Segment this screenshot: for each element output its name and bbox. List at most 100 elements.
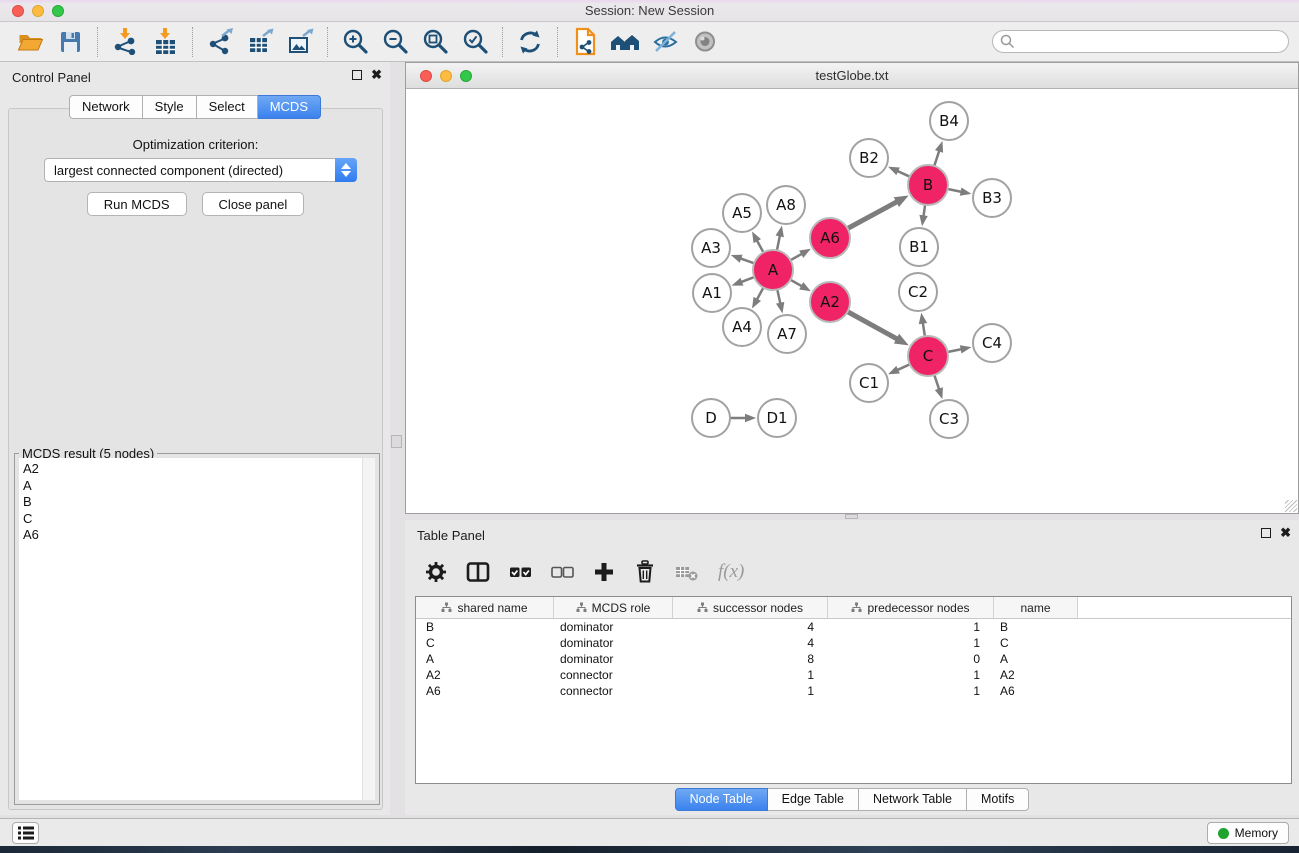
column-header-name[interactable]: name xyxy=(994,597,1078,618)
mcds-result-item[interactable]: A xyxy=(19,478,375,495)
function-builder-button[interactable]: f(x) xyxy=(718,561,744,583)
graph-edge-arrowhead xyxy=(919,215,927,226)
toolbar-separator xyxy=(327,27,328,57)
close-panel-icon[interactable]: ✖ xyxy=(371,70,382,80)
table-row[interactable]: Adominator80A xyxy=(416,651,1291,667)
vertical-splitter[interactable] xyxy=(390,62,405,815)
network-canvas[interactable]: B4 B2 B B3 B1 A5A8A6 A3 A A1 A2 A4A7 C2 C4 C C1 C3 D D1 xyxy=(406,89,1298,513)
show-columns-button[interactable] xyxy=(466,561,490,583)
zoom-in-button[interactable] xyxy=(335,25,375,59)
zoom-selected-button[interactable] xyxy=(455,25,495,59)
table-row[interactable]: Bdominator41B xyxy=(416,619,1291,635)
table-cell: A6 xyxy=(994,684,1078,698)
network-window-titlebar[interactable]: testGlobe.txt xyxy=(406,63,1298,89)
first-neighbors-button[interactable] xyxy=(605,25,645,59)
graph-node-C1[interactable]: C1 xyxy=(850,364,888,402)
memory-button[interactable]: Memory xyxy=(1207,822,1289,844)
graph-node-label: C2 xyxy=(908,283,928,301)
import-table-button[interactable] xyxy=(145,25,185,59)
graph-node-A2[interactable]: A2 xyxy=(810,282,850,322)
tab-network-table[interactable]: Network Table xyxy=(859,788,967,811)
search-input[interactable] xyxy=(992,30,1289,53)
create-column-button[interactable] xyxy=(593,561,615,583)
mcds-result-item[interactable]: A6 xyxy=(19,527,375,544)
delete-table-button[interactable] xyxy=(675,561,699,583)
criterion-dropdown-value: largest connected component (directed) xyxy=(54,163,283,178)
tab-select[interactable]: Select xyxy=(197,95,258,119)
graph-node-C[interactable]: C xyxy=(908,336,948,376)
close-table-panel-icon[interactable]: ✖ xyxy=(1280,528,1291,538)
graph-node-C2[interactable]: C2 xyxy=(899,273,937,311)
show-graphics-details-button[interactable] xyxy=(685,25,725,59)
graph-node-D1[interactable]: D1 xyxy=(758,399,796,437)
import-network-button[interactable] xyxy=(105,25,145,59)
node-table[interactable]: shared nameMCDS rolesuccessor nodesprede… xyxy=(415,596,1292,784)
column-header-MCDS-role[interactable]: MCDS role xyxy=(554,597,673,618)
table-row[interactable]: A2connector11A2 xyxy=(416,667,1291,683)
graph-node-A7[interactable]: A7 xyxy=(768,315,806,353)
task-history-button[interactable] xyxy=(12,822,39,844)
export-network-button[interactable] xyxy=(200,25,240,59)
table-settings-button[interactable] xyxy=(425,561,447,583)
tab-motifs[interactable]: Motifs xyxy=(967,788,1029,811)
mcds-result-list[interactable]: A2ABCA6 xyxy=(19,458,375,800)
graph-node-B4[interactable]: B4 xyxy=(930,102,968,140)
graph-node-B2[interactable]: B2 xyxy=(850,139,888,177)
graph-node-B3[interactable]: B3 xyxy=(973,179,1011,217)
graph-node-D[interactable]: D xyxy=(692,399,730,437)
graph-node-A[interactable]: A xyxy=(753,250,793,290)
graph-node-A5[interactable]: A5 xyxy=(723,194,761,232)
mcds-result-item[interactable]: C xyxy=(19,511,375,528)
apply-layout-button[interactable] xyxy=(510,25,550,59)
zoom-fit-button[interactable] xyxy=(415,25,455,59)
export-table-button[interactable] xyxy=(240,25,280,59)
unselect-all-columns-button[interactable] xyxy=(551,561,574,583)
graph-node-B[interactable]: B xyxy=(908,165,948,205)
tab-mcds[interactable]: MCDS xyxy=(258,95,321,119)
graph-node-C3[interactable]: C3 xyxy=(930,400,968,438)
graph-node-A6[interactable]: A6 xyxy=(810,218,850,258)
delete-columns-button[interactable] xyxy=(634,560,656,583)
result-list-scrollbar[interactable] xyxy=(362,458,375,800)
criterion-dropdown[interactable]: largest connected component (directed) xyxy=(44,158,357,182)
mcds-result-items: A2ABCA6 xyxy=(19,461,375,544)
graph-node-label: B4 xyxy=(939,112,959,130)
column-header-successor-nodes[interactable]: successor nodes xyxy=(673,597,828,618)
close-panel-button[interactable]: Close panel xyxy=(202,192,305,216)
new-network-from-selection-button[interactable] xyxy=(565,25,605,59)
toolbar-separator xyxy=(192,27,193,57)
graph-node-A4[interactable]: A4 xyxy=(723,308,761,346)
tab-network[interactable]: Network xyxy=(69,95,143,119)
table-toolbar: f(x) xyxy=(425,560,744,583)
hide-graphics-details-button[interactable] xyxy=(645,25,685,59)
graph-node-A1[interactable]: A1 xyxy=(693,274,731,312)
run-mcds-button[interactable]: Run MCDS xyxy=(87,192,187,216)
select-all-columns-button[interactable] xyxy=(509,561,532,583)
window-resize-grip[interactable] xyxy=(1285,500,1297,512)
tab-node-table[interactable]: Node Table xyxy=(675,788,768,811)
zoom-out-button[interactable] xyxy=(375,25,415,59)
open-session-button[interactable] xyxy=(10,25,50,59)
tab-edge-table[interactable]: Edge Table xyxy=(768,788,859,811)
table-row[interactable]: A6connector11A6 xyxy=(416,683,1291,699)
column-header-shared-name[interactable]: shared name xyxy=(416,597,554,618)
mcds-result-item[interactable]: A2 xyxy=(19,461,375,478)
horizontal-splitter-grip[interactable] xyxy=(845,514,858,519)
save-session-button[interactable] xyxy=(50,25,90,59)
toolbar-separator xyxy=(502,27,503,57)
column-header-predecessor-nodes[interactable]: predecessor nodes xyxy=(828,597,994,618)
graph-node-B1[interactable]: B1 xyxy=(900,228,938,266)
float-panel-icon[interactable] xyxy=(352,70,362,80)
table-row[interactable]: Cdominator41C xyxy=(416,635,1291,651)
graph-node-label: A2 xyxy=(820,293,840,311)
graph-node-A8[interactable]: A8 xyxy=(767,186,805,224)
export-image-button[interactable] xyxy=(280,25,320,59)
graph-node-C4[interactable]: C4 xyxy=(973,324,1011,362)
houses-icon xyxy=(610,29,640,55)
tab-style[interactable]: Style xyxy=(143,95,197,119)
table-cell: 1 xyxy=(828,668,994,682)
vertical-splitter-grip[interactable] xyxy=(391,435,402,448)
mcds-result-item[interactable]: B xyxy=(19,494,375,511)
graph-node-A3[interactable]: A3 xyxy=(692,229,730,267)
float-table-panel-icon[interactable] xyxy=(1261,528,1271,538)
